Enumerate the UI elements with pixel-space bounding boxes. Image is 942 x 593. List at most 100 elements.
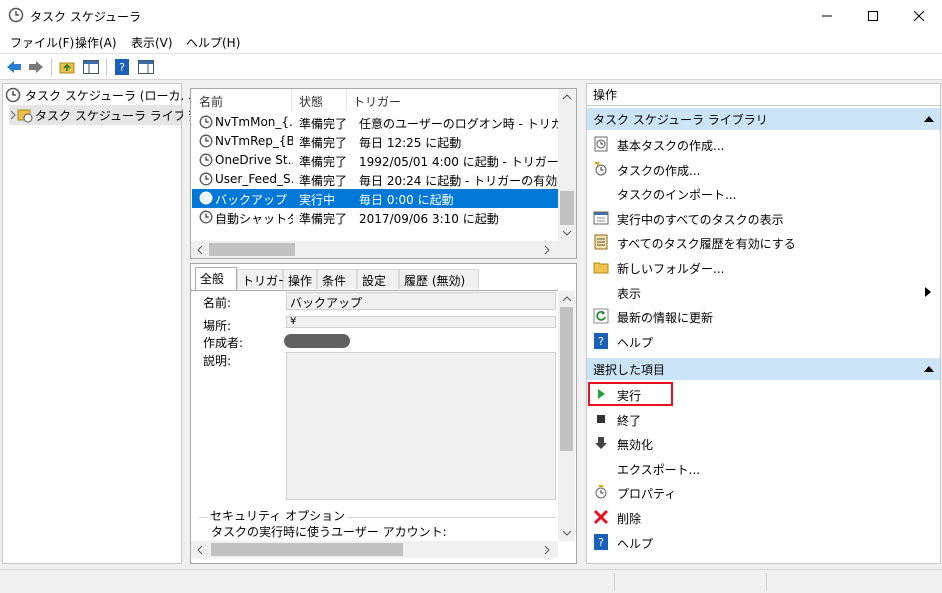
folder-clock-icon xyxy=(17,107,33,123)
column-header-name[interactable]: 名前 xyxy=(199,93,223,110)
task-clock-icon xyxy=(199,191,214,206)
highlight-box xyxy=(588,382,673,406)
section-title: タスク スケジューラ ライブラリ xyxy=(593,112,768,127)
scroll-corner xyxy=(558,241,576,258)
menu-file[interactable]: ファイル(F) xyxy=(10,34,74,51)
location-field[interactable]: ¥ xyxy=(286,316,556,328)
tab-general[interactable]: 全般 xyxy=(195,267,237,290)
column-separator[interactable] xyxy=(291,89,292,111)
action-label: ヘルプ xyxy=(617,536,654,551)
task-clock-icon xyxy=(199,172,214,187)
task-detail-panel: 全般 トリガー 操作 条件 設定 履歴 (無効) 名前: バックアップ 場所: … xyxy=(190,263,577,564)
action-item[interactable]: 終了 xyxy=(587,407,940,431)
action-item[interactable]: 無効化 xyxy=(587,431,940,455)
scroll-down-icon[interactable] xyxy=(562,229,572,237)
action-item[interactable]: タスクの作成... xyxy=(587,157,940,181)
action-item[interactable]: 新しいフォルダー... xyxy=(587,255,940,279)
right-splitter[interactable] xyxy=(579,83,585,564)
horizontal-scrollbar[interactable] xyxy=(191,241,558,258)
task-name-cell: OneDrive St... xyxy=(215,153,293,167)
action-item[interactable]: ? ヘルプ xyxy=(587,530,940,554)
tab-conditions[interactable]: 条件 xyxy=(317,269,357,289)
tree-item-library[interactable]: タスク スケジューラ ライブラリ xyxy=(9,105,210,125)
collapse-icon[interactable] xyxy=(924,366,934,372)
column-separator[interactable] xyxy=(346,89,347,111)
description-field[interactable] xyxy=(286,352,556,500)
task-name-cell: バックアップ xyxy=(215,193,288,207)
name-field[interactable]: バックアップ xyxy=(286,292,556,310)
table-row[interactable]: NvTmMon_{... 準備完了任意のユーザーのログオン時 - トリガーされた xyxy=(192,113,558,132)
action-item[interactable]: 実行中のすべてのタスクの表示 xyxy=(587,206,940,230)
tree-item-root[interactable]: タスク スケジューラ (ローカル) xyxy=(5,85,197,105)
status-bar xyxy=(0,569,942,593)
action-item[interactable]: プロパティ xyxy=(587,480,940,504)
section-selected-item[interactable]: 選択した項目 xyxy=(587,358,940,380)
scrollbar-thumb[interactable] xyxy=(211,543,403,556)
table-row[interactable]: OneDrive St... 準備完了 1992/05/01 4:00 に起動 - … xyxy=(192,151,558,170)
task-trigger-cell: 毎日 20:24 に起動 - トリガーの有効期限は xyxy=(359,174,558,188)
menu-action[interactable]: 操作(A) xyxy=(75,34,117,51)
author-value-redacted xyxy=(284,334,350,348)
console-tree: タスク スケジューラ (ローカル) タスク スケジューラ ライブラリ xyxy=(2,83,210,564)
svg-text:?: ? xyxy=(598,536,604,549)
detail-vertical-scrollbar[interactable] xyxy=(558,291,575,541)
collapse-icon[interactable] xyxy=(924,116,934,122)
menu-help[interactable]: ヘルプ(H) xyxy=(186,34,240,51)
scroll-left-icon[interactable] xyxy=(196,545,204,555)
tab-settings[interactable]: 設定 xyxy=(357,269,399,289)
action-item[interactable]: タスクのインポート... xyxy=(587,181,940,205)
show-hide-action-pane-icon[interactable] xyxy=(137,58,155,76)
tab-actions[interactable]: 操作 xyxy=(283,269,317,289)
help-icon: ? xyxy=(593,533,609,550)
show-hide-console-tree-icon[interactable] xyxy=(82,58,100,76)
tab-triggers[interactable]: トリガー xyxy=(237,269,290,289)
column-header-status[interactable]: 状態 xyxy=(299,93,323,110)
table-row[interactable]: User_Feed_S... 準備完了毎日 20:24 に起動 - トリガーの有効… xyxy=(192,170,558,189)
vertical-scrollbar[interactable] xyxy=(558,89,576,241)
menu-view[interactable]: 表示(V) xyxy=(131,34,173,51)
table-row[interactable]: NvTmRep_{B... 準備完了毎日 12:25 に起動 xyxy=(192,132,558,151)
left-splitter[interactable] xyxy=(183,83,189,564)
task-name-cell: NvTmRep_{B... xyxy=(215,134,293,148)
forward-arrow-icon[interactable] xyxy=(27,58,45,76)
tab-history[interactable]: 履歴 (無効) xyxy=(399,269,479,289)
detail-horizontal-scrollbar[interactable] xyxy=(191,541,558,558)
task-status-cell: 準備完了 xyxy=(299,136,348,150)
action-item[interactable]: 実行 xyxy=(587,382,940,406)
scroll-down-icon[interactable] xyxy=(562,529,572,537)
back-arrow-icon[interactable] xyxy=(5,58,23,76)
clock-icon xyxy=(5,87,23,103)
table-row[interactable]: バックアップ 実行中 毎日 0:00 に起動 xyxy=(192,189,558,208)
action-item[interactable]: 表示 xyxy=(587,280,940,304)
help-icon[interactable]: ? xyxy=(113,58,131,76)
action-item[interactable]: ? ヘルプ xyxy=(587,329,940,353)
scroll-up-icon[interactable] xyxy=(562,295,572,303)
column-header-trigger[interactable]: トリガー xyxy=(353,93,401,110)
up-folder-icon[interactable] xyxy=(58,58,76,76)
scrollbar-thumb[interactable] xyxy=(560,191,574,225)
section-task-library[interactable]: タスク スケジューラ ライブラリ xyxy=(587,108,940,130)
create-task-icon xyxy=(593,161,609,177)
task-status-cell: 実行中 xyxy=(299,193,336,207)
maximize-button[interactable] xyxy=(850,0,896,31)
action-item[interactable]: 基本タスクの作成... xyxy=(587,132,940,156)
action-item[interactable]: エクスポート... xyxy=(587,456,940,480)
table-row[interactable]: 自動シャットダ... 準備完了 2017/09/06 3:10 に起動 xyxy=(192,208,558,227)
action-item[interactable]: 最新の情報に更新 xyxy=(587,304,940,328)
scrollbar-thumb[interactable] xyxy=(209,243,295,256)
action-item[interactable]: すべてのタスク履歴を有効にする xyxy=(587,230,940,254)
minimize-button[interactable] xyxy=(804,0,850,31)
scrollbar-thumb[interactable] xyxy=(560,307,573,451)
action-label: 無効化 xyxy=(617,438,654,453)
scroll-right-icon[interactable] xyxy=(543,245,551,255)
close-button[interactable] xyxy=(896,0,942,31)
action-label: 終了 xyxy=(617,413,642,428)
description-label: 説明: xyxy=(203,354,232,368)
scroll-up-icon[interactable] xyxy=(562,93,572,101)
scroll-left-icon[interactable] xyxy=(196,245,204,255)
task-clock-icon xyxy=(199,210,214,225)
chevron-right-icon[interactable] xyxy=(9,110,17,120)
action-item[interactable]: 削除 xyxy=(587,505,940,529)
toolbar-separator xyxy=(106,58,107,76)
scroll-right-icon[interactable] xyxy=(543,545,551,555)
